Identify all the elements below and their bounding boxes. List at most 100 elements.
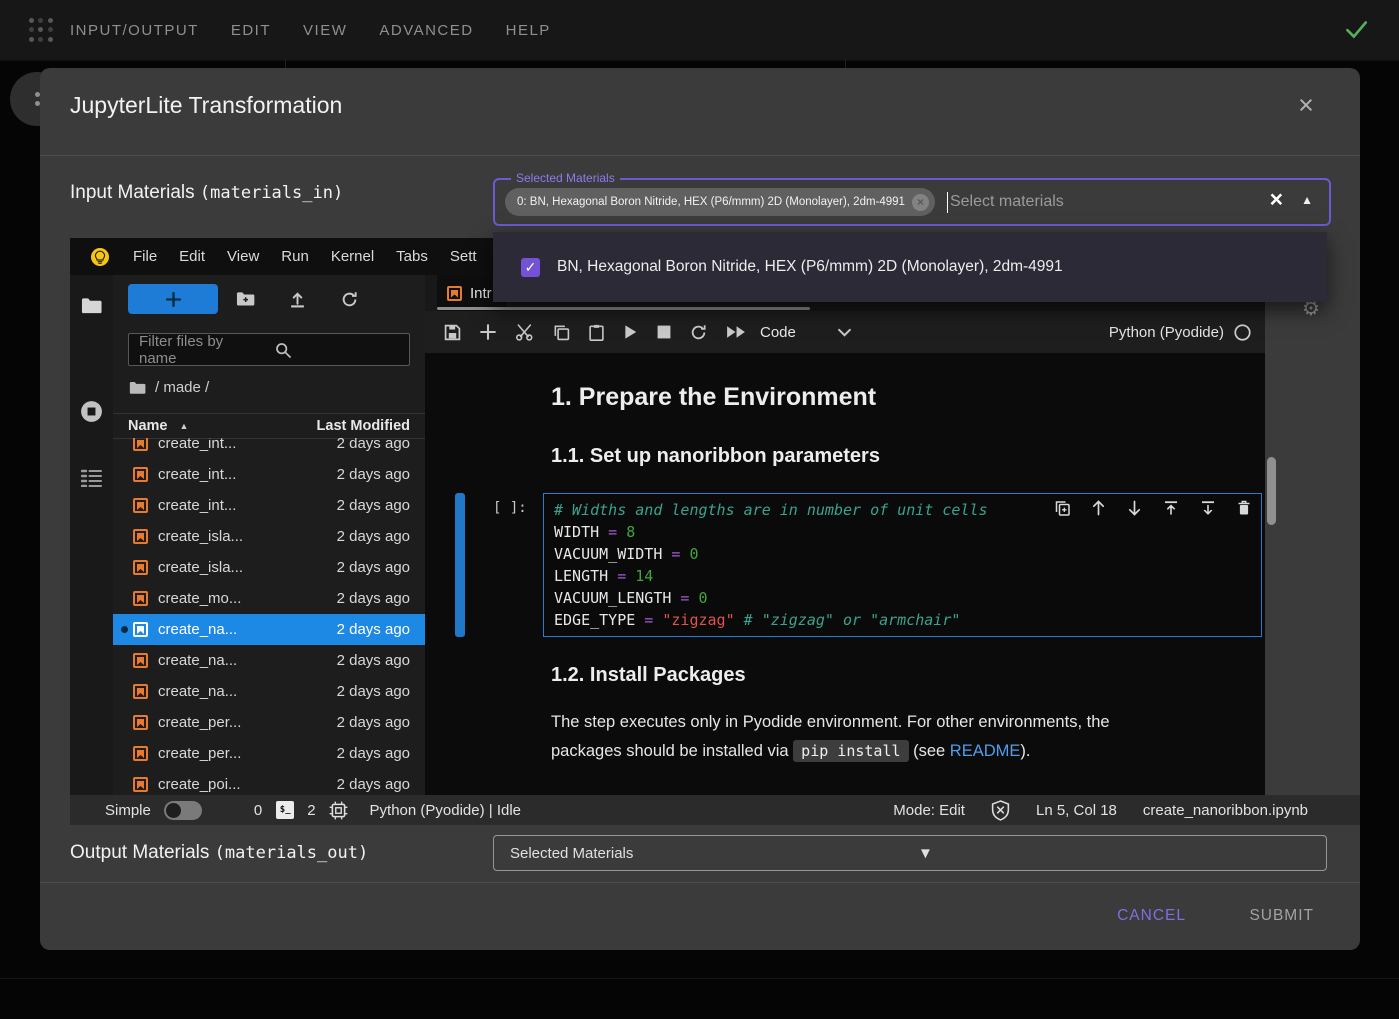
move-cell-down-icon[interactable] bbox=[1127, 500, 1142, 516]
chevron-down-icon[interactable] bbox=[838, 328, 851, 337]
menu-input-output[interactable]: INPUT/OUTPUT bbox=[54, 22, 215, 39]
run-all-icon[interactable] bbox=[726, 325, 746, 339]
jupyter-menu-run[interactable]: Run bbox=[270, 248, 320, 265]
file-row[interactable]: create_int...2 days ago bbox=[113, 438, 425, 459]
running-kernels-tab-icon[interactable] bbox=[79, 399, 104, 424]
file-row[interactable]: create_per...2 days ago bbox=[113, 707, 425, 738]
kernel-indicator[interactable]: Python (Pyodide) bbox=[1109, 324, 1251, 341]
statusbar-right: Mode: Edit Ln 5, Col 18 create_nanoribbo… bbox=[893, 800, 1308, 821]
menu-advanced[interactable]: ADVANCED bbox=[363, 22, 489, 39]
refresh-icon[interactable] bbox=[341, 291, 358, 308]
file-modified: 2 days ago bbox=[337, 745, 410, 762]
file-modified: 2 days ago bbox=[337, 652, 410, 669]
cursor-position[interactable]: Ln 5, Col 18 bbox=[1036, 802, 1117, 819]
delete-cell-icon[interactable] bbox=[1237, 500, 1251, 516]
file-modified: 2 days ago bbox=[337, 438, 410, 452]
screen: INPUT/OUTPUT EDIT VIEW ADVANCED HELP Jup… bbox=[0, 0, 1399, 1019]
duplicate-cell-icon[interactable] bbox=[1055, 500, 1070, 516]
insert-cell-icon[interactable] bbox=[480, 324, 496, 340]
file-list-header: Name ▲ Last Modified bbox=[113, 413, 425, 439]
home-folder-icon[interactable] bbox=[129, 381, 146, 395]
chip-remove-icon[interactable]: × bbox=[912, 194, 929, 211]
simple-mode-toggle[interactable] bbox=[164, 801, 202, 820]
notebook-scrollbar-thumb[interactable] bbox=[1267, 457, 1276, 525]
file-row[interactable]: create_na...2 days ago bbox=[113, 676, 425, 707]
notebook-tab-label: Intr bbox=[470, 285, 492, 302]
divider bbox=[40, 882, 1360, 883]
jupyter-menu-kernel[interactable]: Kernel bbox=[320, 248, 385, 265]
terminal-icon[interactable]: $_ bbox=[276, 801, 294, 819]
insert-cell-below-icon[interactable] bbox=[1200, 500, 1216, 516]
table-of-contents-tab-icon[interactable] bbox=[81, 469, 102, 487]
clear-selection-icon[interactable]: × bbox=[1270, 186, 1283, 213]
materials-input[interactable]: Select materials bbox=[950, 193, 1064, 211]
upload-icon[interactable] bbox=[289, 291, 306, 308]
column-last-modified[interactable]: Last Modified bbox=[317, 418, 410, 434]
shield-x-icon[interactable] bbox=[991, 800, 1010, 821]
jupyter-menu-tabs[interactable]: Tabs bbox=[385, 248, 439, 265]
new-launcher-button[interactable] bbox=[128, 284, 218, 314]
material-option[interactable]: BN, Hexagonal Boron Nitride, HEX (P6/mmm… bbox=[557, 258, 1063, 276]
cell-prompt: [ ]: bbox=[493, 500, 527, 516]
file-row[interactable]: create_na...2 days ago bbox=[113, 645, 425, 676]
input-materials-text: Input Materials bbox=[70, 182, 200, 203]
code-num: 0 bbox=[699, 589, 708, 607]
filter-files-input[interactable]: Filter files by name bbox=[128, 333, 410, 366]
copy-icon[interactable] bbox=[553, 324, 570, 341]
kernel-status-text[interactable]: Python (Pyodide) | Idle bbox=[370, 802, 521, 819]
file-row[interactable]: create_int...2 days ago bbox=[113, 490, 425, 521]
check-icon[interactable] bbox=[1343, 16, 1369, 42]
code-op: = bbox=[662, 545, 689, 563]
jupyter-menu-view[interactable]: View bbox=[216, 248, 270, 265]
text-cursor bbox=[947, 192, 948, 213]
close-icon[interactable]: × bbox=[1290, 90, 1322, 122]
cancel-button[interactable]: CANCEL bbox=[1101, 898, 1202, 934]
move-cell-up-icon[interactable] bbox=[1091, 500, 1106, 516]
jupyter-menu-file[interactable]: File bbox=[122, 248, 168, 265]
material-chip[interactable]: 0: BN, Hexagonal Boron Nitride, HEX (P6/… bbox=[505, 188, 935, 216]
sort-ascending-icon[interactable]: ▲ bbox=[180, 421, 189, 431]
run-icon[interactable] bbox=[623, 324, 638, 340]
insert-cell-above-icon[interactable] bbox=[1163, 500, 1179, 516]
column-name[interactable]: Name bbox=[128, 418, 168, 434]
file-row[interactable]: create_poi...2 days ago bbox=[113, 769, 425, 795]
kernel-sessions-icon[interactable] bbox=[329, 801, 348, 820]
file-row[interactable]: create_mo...2 days ago bbox=[113, 583, 425, 614]
jupyter-menu-edit[interactable]: Edit bbox=[168, 248, 216, 265]
selected-materials-field[interactable]: Selected Materials 0: BN, Hexagonal Boro… bbox=[493, 178, 1331, 226]
jupyterlite-logo-icon[interactable] bbox=[90, 247, 110, 267]
menu-edit[interactable]: EDIT bbox=[215, 22, 287, 39]
save-icon[interactable] bbox=[444, 324, 461, 341]
app-logo-icon[interactable] bbox=[28, 17, 54, 43]
notebook-content: 1. Prepare the Environment 1.1. Set up n… bbox=[425, 353, 1265, 795]
notebook-file-icon bbox=[133, 622, 148, 637]
notebook-heading-1-1: 1.1. Set up nanoribbon parameters bbox=[551, 445, 880, 468]
cell-collapser[interactable] bbox=[455, 493, 465, 637]
file-row[interactable]: create_int...2 days ago bbox=[113, 459, 425, 490]
file-browser: Filter files by name / made / Name ▲ Las… bbox=[113, 275, 425, 795]
option-checkbox[interactable]: ✓ bbox=[521, 258, 540, 277]
submit-button[interactable]: SUBMIT bbox=[1233, 898, 1330, 934]
jupyter-menu-settings[interactable]: Sett bbox=[439, 248, 488, 265]
file-browser-tab-icon[interactable] bbox=[81, 297, 102, 315]
readme-link[interactable]: README bbox=[950, 742, 1021, 760]
cut-icon[interactable] bbox=[515, 324, 534, 341]
code-op: = bbox=[671, 589, 698, 607]
code-string: "zigzag" bbox=[662, 611, 734, 629]
file-row-selected[interactable]: create_na...2 days ago bbox=[113, 614, 425, 645]
file-row[interactable]: create_isla...2 days ago bbox=[113, 521, 425, 552]
file-name: create_int... bbox=[158, 466, 337, 483]
file-modified: 2 days ago bbox=[337, 559, 410, 576]
menu-help[interactable]: HELP bbox=[490, 22, 567, 39]
collapse-caret-icon[interactable]: ▲ bbox=[1301, 193, 1313, 207]
menu-view[interactable]: VIEW bbox=[287, 22, 363, 39]
paste-icon[interactable] bbox=[589, 324, 604, 341]
new-folder-icon[interactable] bbox=[236, 291, 255, 307]
breadcrumb[interactable]: / made / bbox=[129, 379, 209, 396]
cell-type-select[interactable]: Code bbox=[760, 324, 796, 341]
file-row[interactable]: create_isla...2 days ago bbox=[113, 552, 425, 583]
stop-icon[interactable] bbox=[657, 325, 671, 339]
file-row[interactable]: create_per...2 days ago bbox=[113, 738, 425, 769]
output-materials-select[interactable]: Selected Materials ▼ bbox=[493, 835, 1327, 871]
restart-kernel-icon[interactable] bbox=[690, 324, 707, 341]
